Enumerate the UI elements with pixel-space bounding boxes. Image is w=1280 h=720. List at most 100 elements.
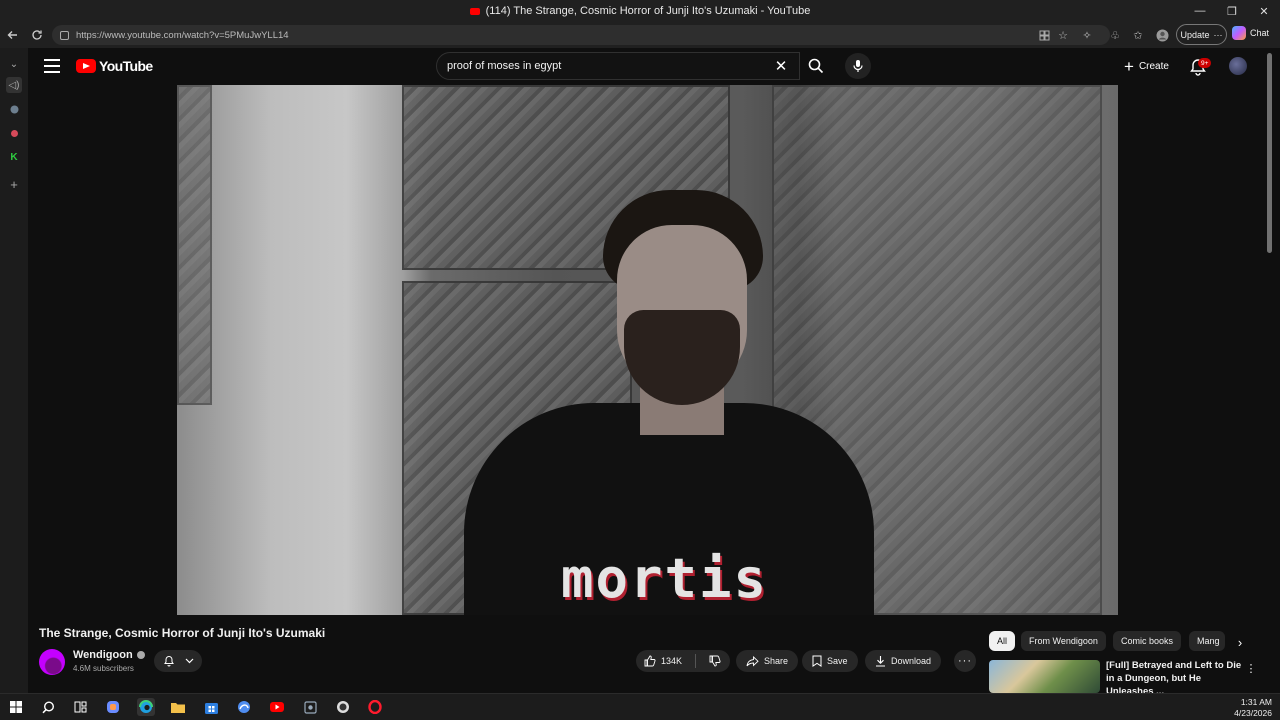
update-label: Update bbox=[1180, 29, 1210, 40]
create-button[interactable]: + Create bbox=[1118, 55, 1175, 77]
update-button[interactable]: Update ··· bbox=[1176, 24, 1227, 45]
video-player[interactable]: mortis bbox=[177, 85, 1118, 615]
save-label: Save bbox=[827, 656, 848, 666]
youtube-play-icon bbox=[76, 59, 96, 73]
chevron-right-icon[interactable]: › bbox=[1230, 632, 1250, 652]
task-view-icon[interactable] bbox=[71, 698, 89, 716]
chip-manga[interactable]: Mang bbox=[1189, 631, 1225, 651]
create-label: Create bbox=[1138, 60, 1169, 72]
share-arrow-icon bbox=[746, 655, 759, 667]
save-button[interactable]: Save bbox=[802, 650, 858, 672]
close-window-button[interactable]: ✕ bbox=[1248, 0, 1280, 22]
taskbar-search-icon[interactable] bbox=[39, 698, 57, 716]
chat-label: Chat bbox=[1250, 28, 1270, 38]
edge-dev-icon[interactable] bbox=[235, 698, 253, 716]
back-arrow-icon[interactable] bbox=[3, 25, 23, 45]
address-bar[interactable]: https://www.youtube.com/watch?v=5PMuJwYL… bbox=[52, 25, 1110, 45]
speaker-icon[interactable]: ◁) bbox=[6, 77, 22, 93]
extensions-icon[interactable]: ✧ bbox=[1078, 26, 1096, 44]
chip-comic-books[interactable]: Comic books bbox=[1113, 631, 1182, 651]
recommendation-title[interactable]: [Full] Betrayed and Left to Die in a Dun… bbox=[1106, 659, 1244, 693]
chevron-down-icon bbox=[185, 658, 193, 664]
voice-search-button[interactable] bbox=[845, 53, 871, 79]
shirt-print-text: mortis bbox=[561, 547, 769, 610]
update-more-icon: ··· bbox=[1213, 29, 1223, 40]
sidebar-app-red-icon[interactable] bbox=[6, 125, 22, 141]
clock-time: 1:31 AM bbox=[1240, 697, 1272, 707]
search-button[interactable] bbox=[800, 52, 832, 80]
file-explorer-icon[interactable] bbox=[169, 698, 187, 716]
youtube-logo[interactable]: YouTube bbox=[76, 58, 153, 74]
clear-search-icon[interactable]: ✕ bbox=[770, 56, 792, 76]
chip-all[interactable]: All bbox=[989, 631, 1016, 651]
add-sidebar-app-icon[interactable]: + bbox=[6, 176, 22, 192]
copilot-taskbar-icon[interactable] bbox=[104, 698, 122, 716]
sidebar-app-green-icon[interactable]: K bbox=[6, 149, 22, 165]
dislike-button[interactable] bbox=[701, 650, 729, 672]
notification-count-badge: 9+ bbox=[1198, 58, 1212, 68]
minimize-button[interactable]: — bbox=[1184, 0, 1216, 22]
like-count: 134K bbox=[661, 656, 683, 666]
subscription-notifications-button[interactable] bbox=[154, 650, 202, 672]
copilot-chat-button[interactable]: Chat bbox=[1232, 26, 1269, 40]
share-button[interactable]: Share bbox=[736, 650, 799, 672]
download-icon bbox=[876, 656, 885, 667]
windows-start-icon[interactable] bbox=[7, 698, 25, 716]
system-clock[interactable]: 1:31 AM 4/23/2026 bbox=[1234, 697, 1272, 719]
search-query: proof of moses in egypt bbox=[447, 60, 562, 72]
microphone-icon bbox=[853, 60, 863, 72]
chip-from-wendigoon[interactable]: From Wendigoon bbox=[1021, 631, 1106, 651]
browser-essentials-icon[interactable]: ♧ bbox=[1106, 26, 1124, 44]
channel-name-link[interactable]: Wendigoon bbox=[73, 649, 145, 661]
thumbs-down-icon bbox=[709, 655, 721, 667]
channel-name: Wendigoon bbox=[73, 649, 133, 661]
download-button[interactable]: Download bbox=[865, 650, 942, 672]
share-label: Share bbox=[764, 656, 789, 666]
reload-icon[interactable] bbox=[27, 25, 47, 45]
search-input[interactable]: proof of moses in egypt bbox=[436, 52, 800, 80]
screen-tool-icon[interactable] bbox=[301, 698, 319, 716]
page-scrollbar[interactable] bbox=[1267, 53, 1272, 253]
video-title: The Strange, Cosmic Horror of Junji Ito'… bbox=[39, 626, 326, 640]
like-dislike-group: 134K bbox=[636, 650, 730, 672]
microsoft-store-icon[interactable] bbox=[202, 698, 220, 716]
youtube-app-icon[interactable] bbox=[268, 698, 286, 716]
recommendation-thumbnail[interactable] bbox=[989, 660, 1100, 693]
profile-icon[interactable] bbox=[1153, 26, 1171, 44]
search-icon bbox=[808, 58, 824, 74]
window-titlebar: (114) The Strange, Cosmic Horror of Junj… bbox=[0, 0, 1280, 22]
sidebar-app-icon[interactable] bbox=[6, 101, 22, 117]
hamburger-menu-icon[interactable] bbox=[44, 59, 60, 73]
github-desktop-icon[interactable] bbox=[334, 698, 352, 716]
app-available-icon[interactable] bbox=[1035, 26, 1053, 44]
verified-badge-icon bbox=[136, 651, 145, 659]
favorites-icon[interactable]: ✩ bbox=[1129, 26, 1147, 44]
chevron-down-icon[interactable]: ⌄ bbox=[6, 56, 22, 72]
youtube-wordmark: YouTube bbox=[99, 58, 153, 74]
comic-panel-art bbox=[177, 85, 212, 405]
plus-icon: + bbox=[1124, 56, 1134, 76]
recommendation-menu-icon[interactable]: ⋮ bbox=[1246, 660, 1257, 676]
favorite-star-icon[interactable]: ☆ bbox=[1054, 26, 1072, 44]
browser-toolbar: https://www.youtube.com/watch?v=5PMuJwYL… bbox=[0, 22, 1280, 48]
more-actions-button[interactable]: ··· bbox=[954, 650, 976, 672]
edge-browser-icon[interactable] bbox=[137, 698, 155, 716]
restore-button[interactable]: ❐ bbox=[1216, 0, 1248, 22]
thumbs-up-icon bbox=[644, 655, 656, 667]
opera-browser-icon[interactable] bbox=[366, 698, 384, 716]
browser-sidebar: ⌄ ◁) K + bbox=[0, 48, 28, 693]
copilot-icon bbox=[1232, 26, 1246, 40]
window-title: (114) The Strange, Cosmic Horror of Junj… bbox=[485, 5, 811, 17]
bookmark-icon bbox=[812, 655, 822, 667]
clock-date: 4/23/2026 bbox=[1234, 708, 1272, 718]
channel-avatar[interactable] bbox=[39, 649, 65, 675]
like-button[interactable]: 134K bbox=[636, 650, 690, 672]
download-label: Download bbox=[891, 656, 932, 666]
subscriber-count: 4.6M subscribers bbox=[73, 664, 134, 673]
youtube-favicon-icon bbox=[469, 7, 480, 15]
url-text: https://www.youtube.com/watch?v=5PMuJwYL… bbox=[76, 29, 289, 41]
site-info-icon[interactable] bbox=[60, 30, 69, 40]
account-avatar[interactable] bbox=[1229, 57, 1247, 75]
like-divider bbox=[695, 654, 697, 668]
window-controls: — ❐ ✕ bbox=[1184, 0, 1280, 22]
